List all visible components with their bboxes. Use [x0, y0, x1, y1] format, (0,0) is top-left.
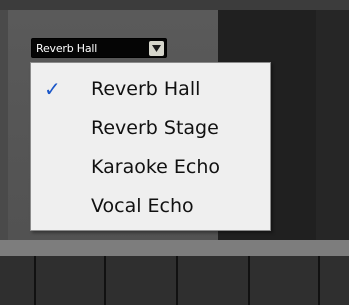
grid-cell — [34, 256, 104, 305]
grid-cell — [318, 256, 349, 305]
preset-dropdown-value: Reverb Hall — [36, 41, 98, 55]
menu-item-vocal-echo[interactable]: Vocal Echo — [31, 186, 270, 225]
preset-dropdown[interactable]: Reverb Hall — [31, 38, 167, 58]
panel-divider — [0, 240, 349, 256]
grid-cell — [248, 256, 318, 305]
grid-cell — [0, 256, 34, 305]
menu-item-label: Reverb Stage — [91, 116, 219, 139]
menu-item-label: Karaoke Echo — [91, 155, 221, 178]
grid-cell — [104, 256, 176, 305]
menu-item-reverb-hall[interactable]: ✓ Reverb Hall — [31, 69, 270, 108]
preset-menu: ✓ Reverb Hall Reverb Stage Karaoke Echo … — [30, 62, 271, 231]
checkmark-icon: ✓ — [44, 76, 61, 101]
menu-item-label: Reverb Hall — [91, 77, 201, 100]
menu-item-label: Vocal Echo — [91, 194, 194, 217]
grid-cell — [176, 256, 248, 305]
bottom-track-grid — [0, 256, 349, 305]
top-strip — [0, 0, 349, 10]
chevron-down-icon[interactable] — [149, 40, 164, 56]
menu-item-karaoke-echo[interactable]: Karaoke Echo — [31, 147, 270, 186]
menu-item-reverb-stage[interactable]: Reverb Stage — [31, 108, 270, 147]
